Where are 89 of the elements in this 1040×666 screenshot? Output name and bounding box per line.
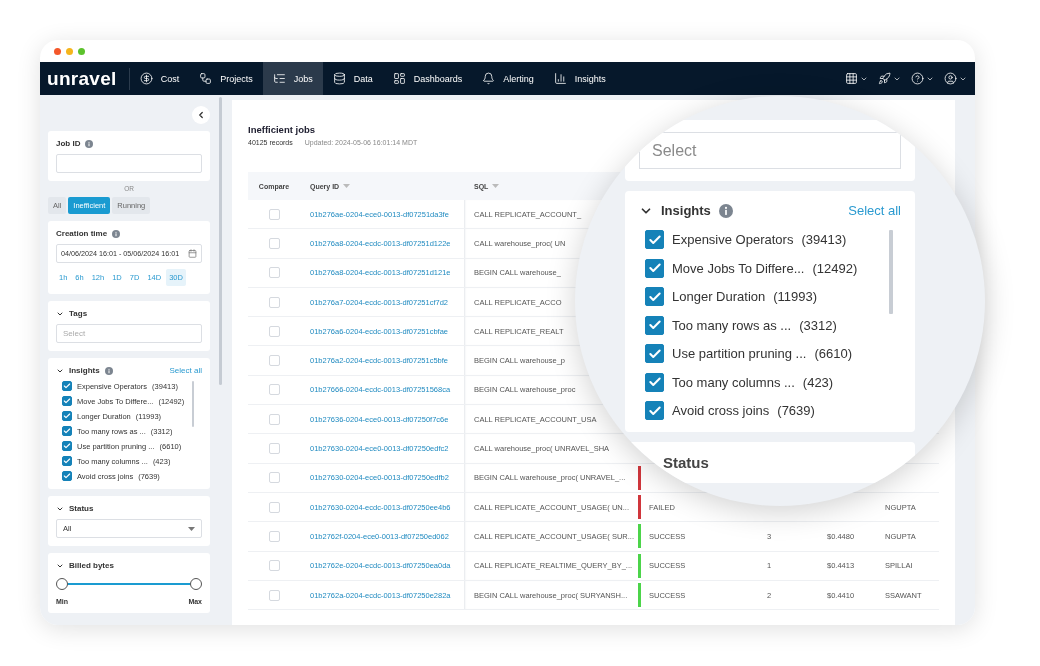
filter-label: Insights (69, 366, 100, 375)
check-icon (647, 289, 662, 304)
insight-count: (423) (802, 374, 834, 390)
nav-item[interactable]: Dashboards (382, 62, 473, 95)
checkbox[interactable] (645, 230, 664, 249)
window-dot[interactable] (66, 47, 73, 55)
info-icon (718, 203, 733, 218)
filter-label: Job ID (56, 139, 81, 148)
window-dot[interactable] (54, 47, 61, 55)
check-icon (647, 318, 662, 332)
grid-icon (845, 72, 858, 85)
check-icon (647, 346, 662, 361)
insight-count: (7639) (777, 403, 815, 418)
nav-menu-button[interactable] (845, 72, 868, 85)
filter-label: Insights (661, 203, 711, 218)
filter-label: Tags (69, 309, 88, 318)
dropdown-caret-icon (188, 526, 195, 531)
chevron-left-icon (196, 110, 206, 120)
insight-count: (12492) (812, 260, 858, 276)
rocket-icon (878, 72, 891, 85)
checkbox[interactable] (62, 411, 72, 421)
insight-label: Longer Duration (672, 289, 766, 304)
checkbox[interactable] (62, 381, 72, 391)
insight-count: (11993) (773, 289, 818, 304)
checkbox[interactable] (645, 344, 664, 363)
nav-item[interactable]: Projects (189, 62, 263, 95)
checkbox[interactable] (645, 258, 664, 278)
tags-select-field[interactable]: Select (639, 132, 901, 169)
filter-label: Creation time (56, 229, 108, 238)
checkbox[interactable] (645, 401, 664, 420)
bell-icon (482, 72, 496, 85)
database-icon (332, 72, 346, 85)
nav-menu-button[interactable] (878, 72, 901, 85)
tags-select-field[interactable]: Select (56, 324, 202, 343)
filter-label: Billed bytes (69, 561, 114, 570)
tree-icon (272, 72, 286, 85)
checkbox[interactable] (62, 426, 72, 436)
logo[interactable]: unravel (40, 67, 130, 90)
calendar-icon (188, 249, 197, 258)
help-icon (911, 72, 924, 85)
insight-count: (6610) (814, 346, 852, 361)
nav-item[interactable]: Data (322, 62, 383, 95)
check-icon (647, 261, 662, 275)
info-icon (85, 139, 94, 148)
nav-item[interactable]: Insights (543, 62, 616, 95)
nav-menu-button[interactable] (944, 72, 967, 85)
insight-label: Use partition pruning ... (672, 346, 807, 361)
check-icon (647, 232, 662, 247)
window-dot[interactable] (78, 47, 85, 55)
scrollbar[interactable] (219, 97, 222, 385)
insight-label: Too many columns ... (672, 374, 795, 390)
sort-caret-icon (492, 184, 500, 188)
slider-thumb[interactable] (56, 578, 68, 590)
panel-title: Inefficient jobs (248, 124, 317, 135)
workflow-icon (199, 72, 213, 85)
insight-label: Too many rows as ... (672, 317, 792, 333)
scrollbar[interactable] (192, 381, 194, 427)
slider-thumb[interactable] (190, 578, 202, 590)
filter-label: Status (662, 454, 710, 471)
nav-menu-button[interactable] (911, 72, 934, 85)
nav-item[interactable]: Alerting (472, 62, 544, 95)
insight-count: (3312) (799, 317, 837, 333)
collapse-button[interactable] (192, 106, 210, 124)
check-icon (647, 375, 662, 389)
nav-item[interactable]: Cost (129, 62, 190, 95)
user-icon (944, 72, 957, 85)
select-all-link[interactable]: Select all (169, 366, 202, 375)
select-all-link[interactable]: Select all (848, 203, 901, 218)
nav-item[interactable]: Jobs (262, 62, 323, 95)
insight-label: Expensive Operators (672, 232, 794, 247)
dollar-icon (139, 72, 153, 85)
checkbox[interactable] (645, 315, 664, 335)
checkbox[interactable] (645, 372, 664, 392)
checkbox[interactable] (62, 396, 72, 406)
checkbox[interactable] (62, 456, 72, 466)
checkbox[interactable] (645, 287, 664, 306)
check-icon (647, 403, 662, 418)
insight-label: Avoid cross joins (672, 403, 770, 418)
dashboard-icon (392, 72, 406, 85)
info-icon (112, 229, 121, 238)
bar-chart-icon (553, 72, 567, 85)
job-id-field[interactable] (56, 154, 202, 173)
checkbox[interactable] (62, 471, 72, 481)
sort-caret-icon (343, 184, 351, 188)
info-icon (104, 366, 113, 375)
insight-count: (39413) (801, 232, 847, 247)
checkbox[interactable] (62, 441, 72, 451)
insight-label: Move Jobs To Differe... (672, 260, 805, 276)
filter-label: Status (69, 504, 94, 513)
